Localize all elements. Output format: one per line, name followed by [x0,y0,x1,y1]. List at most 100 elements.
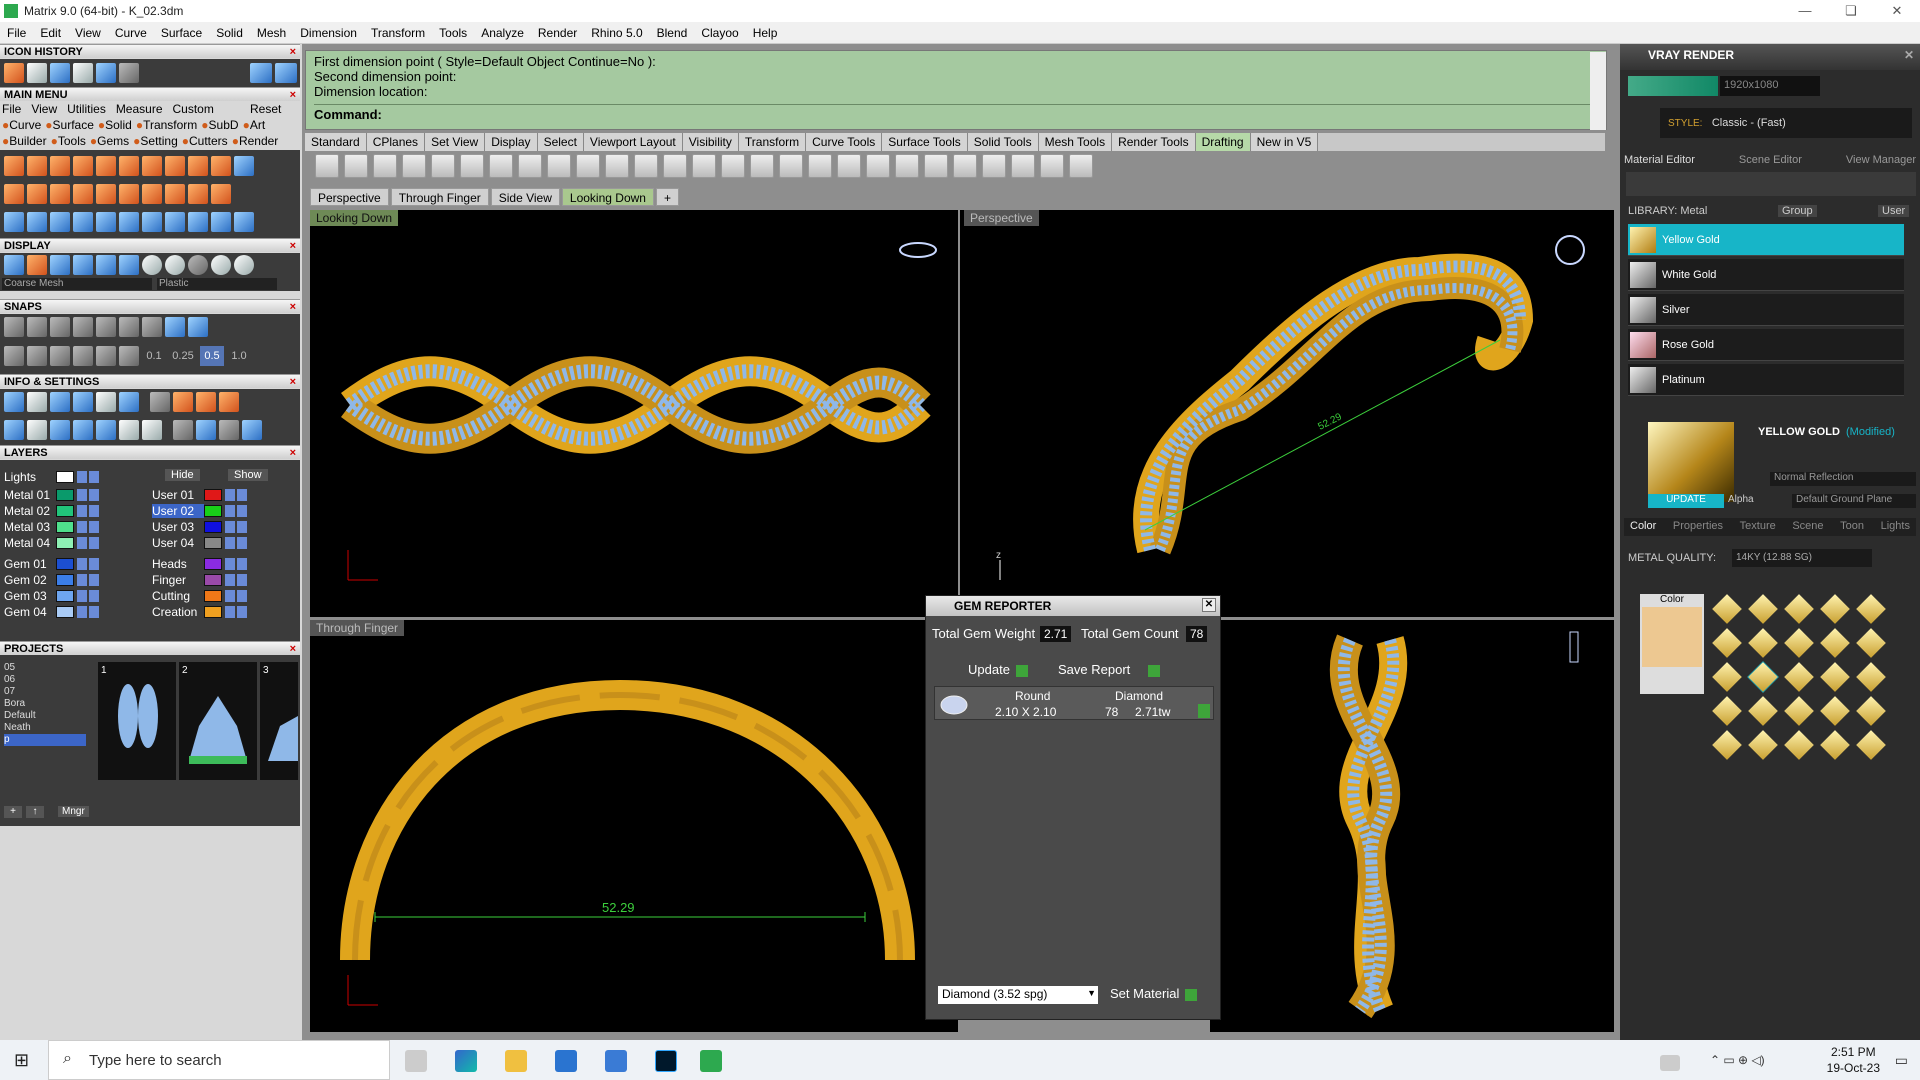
main-menu-file[interactable]: File [2,102,21,116]
info-icon[interactable] [4,420,24,440]
layer-color-swatch[interactable] [56,557,74,570]
layer-toggle[interactable] [89,504,99,517]
layer-row[interactable]: Gem 03 [4,588,144,603]
menu-clayoo[interactable]: Clayoo [694,26,745,40]
photoshop-icon[interactable] [655,1050,677,1072]
windows-start-icon[interactable]: ⊞ [14,1050,29,1071]
layer-color-swatch[interactable] [56,520,74,533]
info-icon[interactable] [119,392,139,412]
cube-icon[interactable] [953,154,977,178]
cat-transform[interactable]: ●Transform [136,118,197,132]
cat-subd[interactable]: ●SubD [201,118,238,132]
ground-plane-select[interactable]: Default Ground Plane [1792,494,1916,508]
history-tool-icon[interactable] [27,63,47,83]
tab-standard[interactable]: Standard [305,133,367,151]
close-icon[interactable]: ✕ [1904,48,1914,62]
snap-icon[interactable] [96,346,116,366]
metal-preset-icon[interactable] [1784,696,1814,726]
snap-value-0.1[interactable]: 0.1 [142,346,166,366]
project-item[interactable]: 06 [4,674,86,686]
dimension-icon[interactable] [576,154,600,178]
update-button[interactable]: Update [968,662,1028,677]
snap-icon[interactable] [4,346,24,366]
metal-preset-icon[interactable] [1748,730,1778,760]
open-file-icon[interactable] [373,154,397,178]
layer-toggle[interactable] [77,536,87,549]
tool-icon[interactable] [50,156,70,176]
tool-icon[interactable] [73,212,93,232]
material-update-button[interactable]: UPDATE [1648,494,1724,508]
tool-icon[interactable] [73,184,93,204]
tab-visibility[interactable]: Visibility [682,133,739,151]
snap-icon[interactable] [73,346,93,366]
metal-preset-icon[interactable] [1784,628,1814,658]
metal-preset-icon[interactable] [1856,730,1886,760]
edge-icon[interactable] [455,1050,477,1072]
metal-preset-icon[interactable] [1820,662,1850,692]
close-button[interactable]: ✕ [1874,0,1920,22]
info-icon[interactable] [27,420,47,440]
layer-toggle[interactable] [237,605,247,618]
restore-button[interactable]: ❏ [1828,0,1874,22]
tool-icon[interactable] [27,212,47,232]
layer-row[interactable]: Gem 01 [4,556,144,571]
tool-icon[interactable] [165,156,185,176]
tool-icon[interactable] [96,184,116,204]
subtab-properties[interactable]: Properties [1673,520,1723,534]
cat-builder[interactable]: ●Builder [2,134,47,148]
material-item-silver[interactable]: Silver [1628,294,1904,326]
metal-quality-select[interactable]: 14KY (12.88 SG) [1732,549,1872,567]
info-icon[interactable] [50,420,70,440]
viewport-looking-down[interactable]: Looking Down [310,210,958,617]
tool-icon[interactable] [27,156,47,176]
project-thumbnail[interactable]: 3 [260,662,298,780]
layer-color-swatch[interactable] [204,605,222,618]
layer-color-swatch[interactable] [56,504,74,517]
history-tool-icon[interactable] [50,63,70,83]
tab-solid-tools[interactable]: Solid Tools [967,133,1039,151]
close-icon[interactable]: × [290,239,296,253]
info-icon[interactable] [150,392,170,412]
layer-toggle[interactable] [77,520,87,533]
snap-icon[interactable] [119,317,139,337]
dimension-icon[interactable] [460,154,484,178]
snap-icon[interactable] [27,317,47,337]
menu-help[interactable]: Help [746,26,785,40]
material-item-rose-gold[interactable]: Rose Gold [1628,329,1904,361]
tool-icon[interactable] [165,212,185,232]
tab-view-manager[interactable]: View Manager [1846,154,1916,170]
menu-file[interactable]: File [0,26,33,40]
layer-row[interactable]: Metal 01 [4,487,144,502]
add-project-icon[interactable]: + [4,806,22,818]
file-explorer-icon[interactable] [505,1050,527,1072]
mail-icon[interactable] [605,1050,627,1072]
text-icon[interactable] [634,154,658,178]
tool-icon[interactable] [188,212,208,232]
tool-icon[interactable] [4,212,24,232]
command-scrollbar[interactable] [1590,52,1606,130]
layer-row[interactable]: Metal 02 [4,503,144,518]
task-view-icon[interactable] [405,1050,427,1072]
save-report-button[interactable]: Save Report [1058,662,1161,677]
info-icon[interactable] [142,420,162,440]
info-icon[interactable] [242,420,262,440]
layer-toggle[interactable] [225,536,235,549]
snap-value-1.0[interactable]: 1.0 [227,346,251,366]
metal-preset-icon[interactable] [1712,628,1742,658]
info-icon[interactable] [219,420,239,440]
layer-color-swatch[interactable] [204,589,222,602]
display-icon[interactable] [73,255,93,275]
shade-sphere-icon[interactable] [142,255,162,275]
layer-toggle[interactable] [237,573,247,586]
close-icon[interactable]: × [290,375,296,389]
hatch-icon[interactable] [750,154,774,178]
layer-toggle[interactable] [225,605,235,618]
layer-toggle[interactable] [89,557,99,570]
metal-preset-icon[interactable] [1784,662,1814,692]
menu-tools[interactable]: Tools [432,26,474,40]
subtab-scene[interactable]: Scene [1792,520,1823,534]
metal-preset-icon[interactable] [1747,661,1779,693]
tab-mesh-tools[interactable]: Mesh Tools [1038,133,1113,151]
dimension-icon[interactable] [431,154,455,178]
tool-icon[interactable] [50,184,70,204]
